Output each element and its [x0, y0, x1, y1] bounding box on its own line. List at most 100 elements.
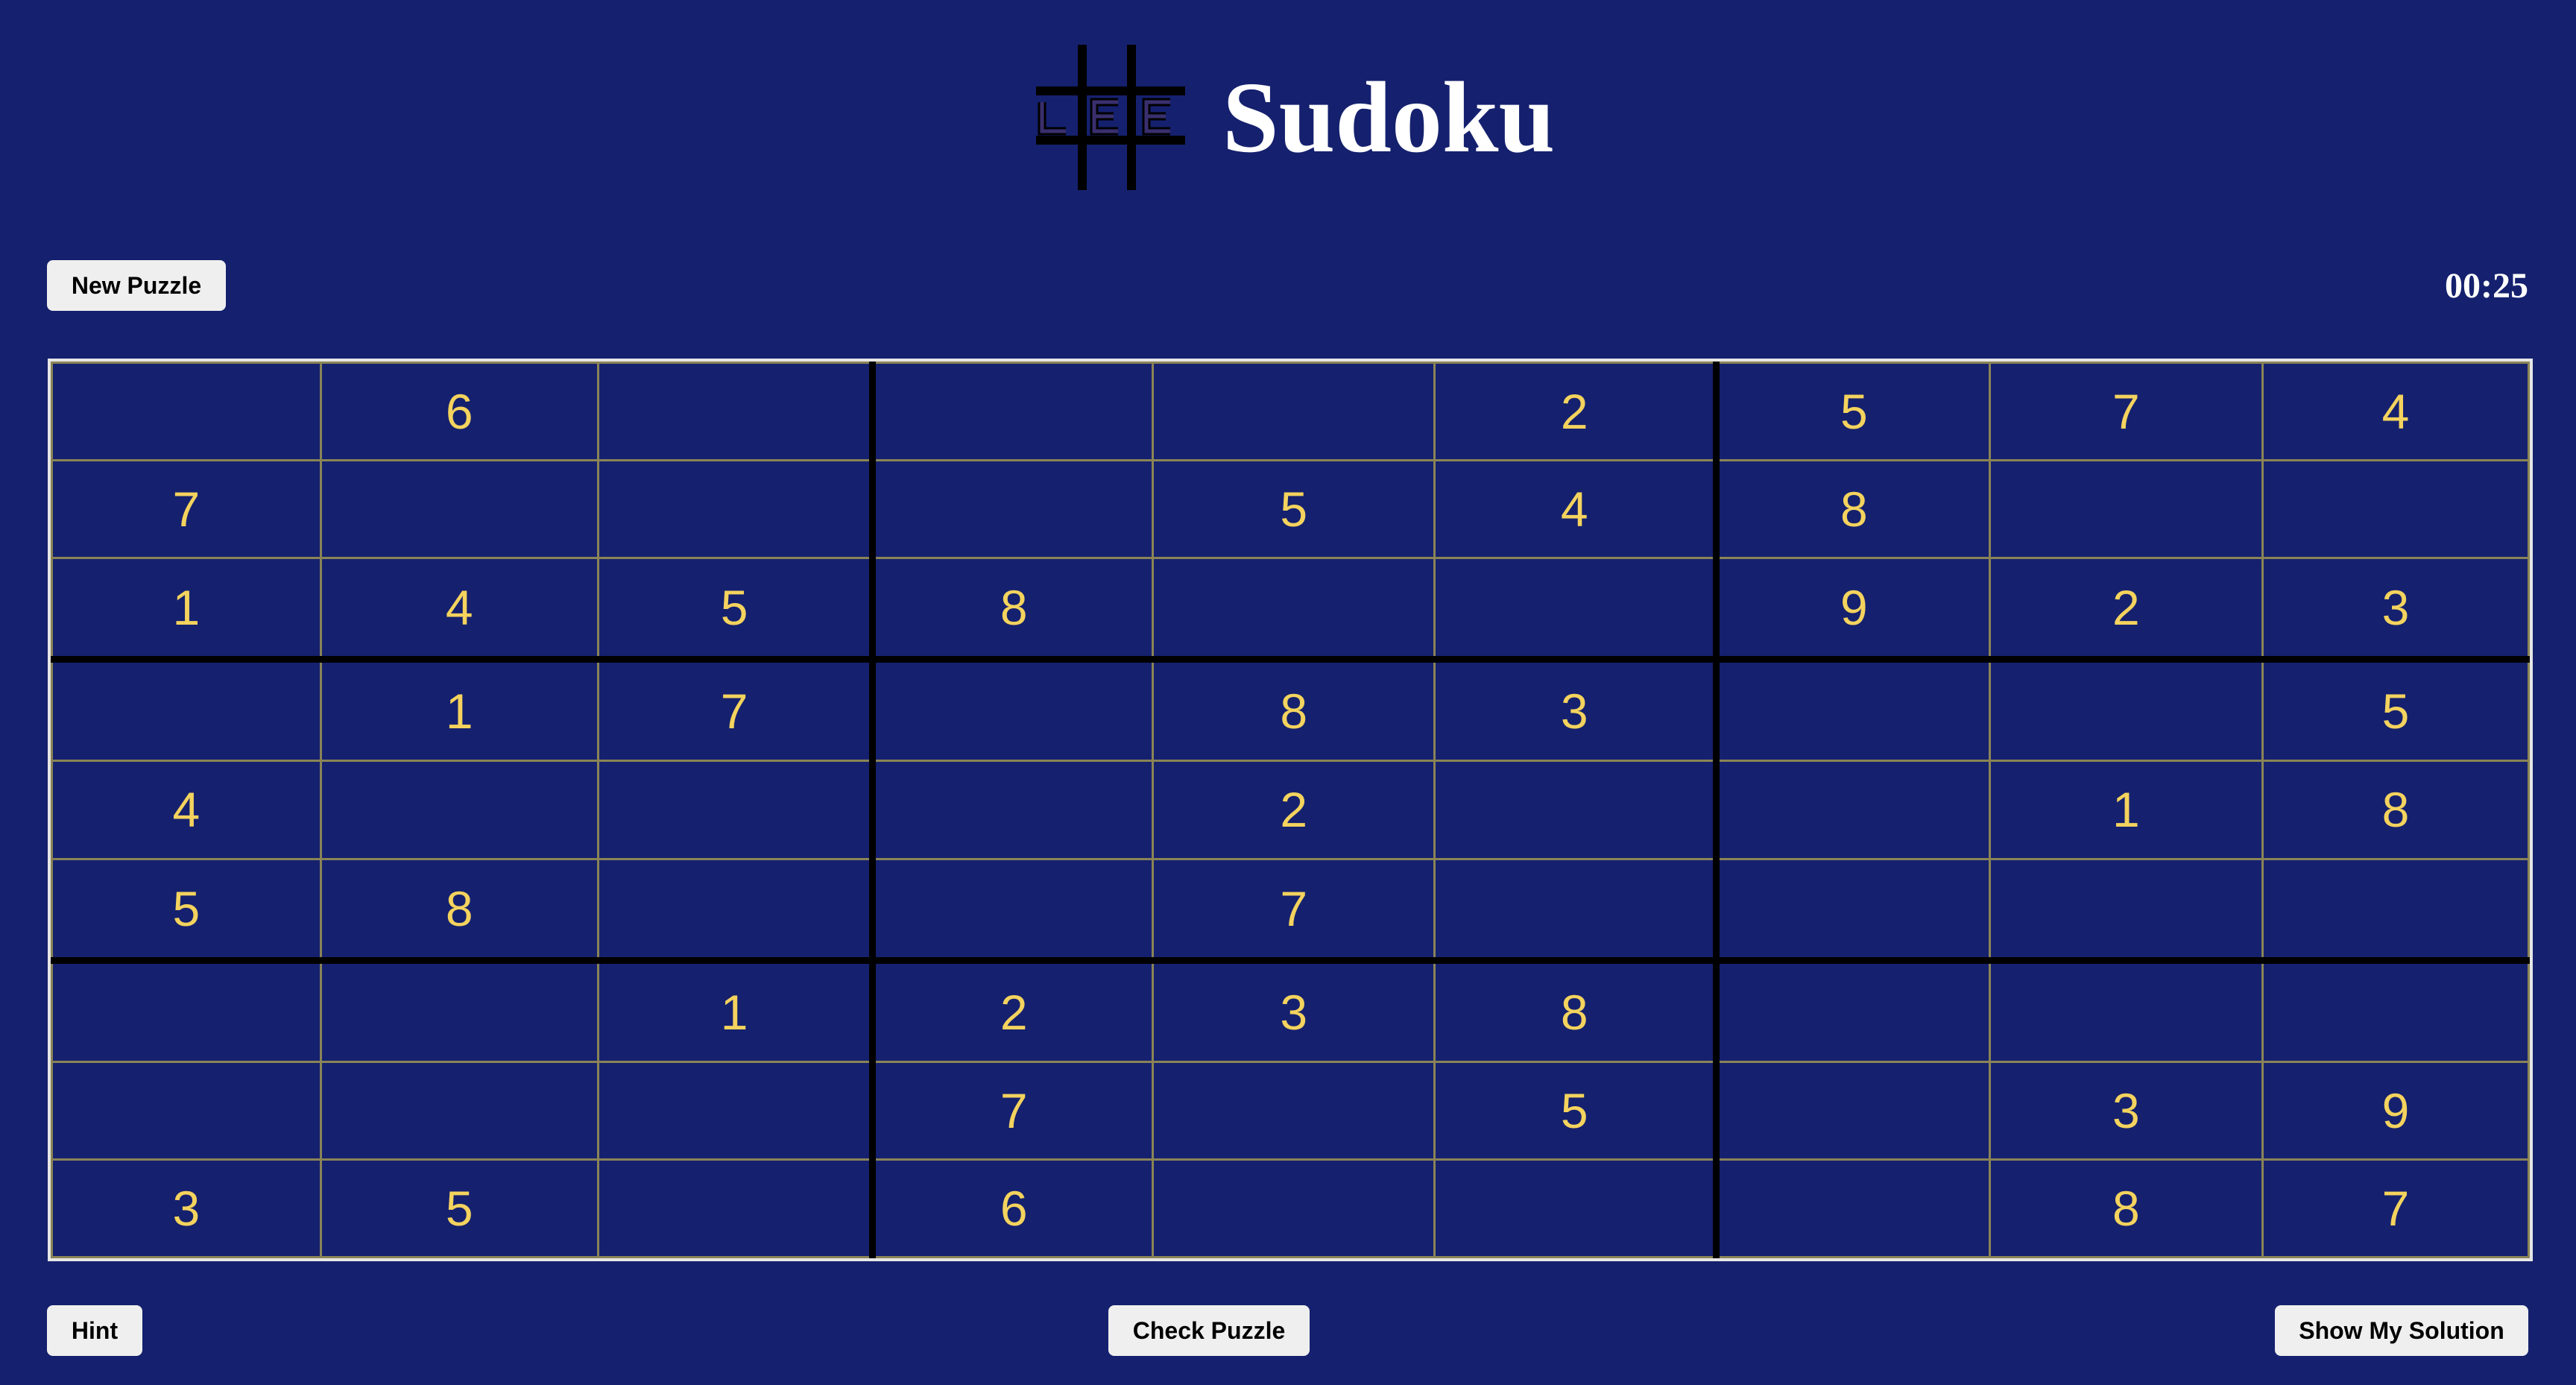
sudoku-cell[interactable]: 5: [319, 1158, 599, 1259]
sudoku-cell[interactable]: [1152, 557, 1436, 663]
grid-row: 7 5 39: [51, 1060, 2530, 1161]
sudoku-cell[interactable]: [319, 1060, 599, 1161]
sudoku-cell[interactable]: 7: [596, 658, 877, 763]
sudoku-cell[interactable]: [596, 857, 877, 964]
sudoku-cell[interactable]: [871, 459, 1155, 560]
sudoku-cell[interactable]: 9: [1715, 557, 1991, 663]
sudoku-cell[interactable]: 2: [1152, 760, 1436, 860]
sudoku-cell[interactable]: 6: [871, 1158, 1155, 1259]
sudoku-board: 6257475481458923178354218587123875393568…: [48, 359, 2533, 1261]
timer: 00:25: [2445, 266, 2528, 306]
grid-row: 7 548: [51, 459, 2530, 560]
sudoku-cell[interactable]: [1433, 857, 1720, 964]
grid-row: 35 6 87: [51, 1158, 2530, 1259]
sudoku-cell[interactable]: [1715, 1158, 1991, 1259]
sudoku-cell[interactable]: 3: [1988, 1060, 2264, 1161]
sudoku-cell[interactable]: 7: [871, 1060, 1155, 1161]
hint-button[interactable]: Hint: [47, 1305, 142, 1356]
sudoku-cell[interactable]: [1715, 658, 1991, 763]
sudoku-cell[interactable]: [2261, 857, 2530, 964]
sudoku-cell[interactable]: 8: [1152, 658, 1436, 763]
sudoku-cell[interactable]: 5: [2261, 658, 2530, 763]
sudoku-cell[interactable]: [1433, 557, 1720, 663]
check-puzzle-button[interactable]: Check Puzzle: [1108, 1305, 1310, 1356]
sudoku-cell[interactable]: 6: [319, 361, 599, 462]
sudoku-cell[interactable]: 7: [1152, 857, 1436, 964]
grid-row: 4 2 18: [51, 760, 2530, 860]
sudoku-cell[interactable]: 1: [319, 658, 599, 763]
sudoku-cell[interactable]: 3: [1433, 658, 1720, 763]
sudoku-cell[interactable]: 7: [51, 459, 322, 560]
sudoku-cell[interactable]: [596, 1158, 877, 1259]
sudoku-cell[interactable]: [1715, 760, 1991, 860]
sudoku-cell[interactable]: [871, 361, 1155, 462]
sudoku-cell[interactable]: [1433, 760, 1720, 860]
sudoku-cell[interactable]: [51, 361, 322, 462]
logo-hash-icon: [1036, 45, 1185, 190]
sudoku-cell[interactable]: 8: [1715, 459, 1991, 560]
sudoku-cell[interactable]: [2261, 459, 2530, 560]
sudoku-cell[interactable]: 8: [1988, 1158, 2264, 1259]
sudoku-cell[interactable]: [596, 760, 877, 860]
header: Sudoku: [0, 41, 2576, 198]
sudoku-cell[interactable]: [1988, 459, 2264, 560]
sudoku-cell[interactable]: 7: [2261, 1158, 2530, 1259]
sudoku-cell[interactable]: [871, 857, 1155, 964]
sudoku-cell[interactable]: [1715, 1060, 1991, 1161]
sudoku-cell[interactable]: 8: [319, 857, 599, 964]
sudoku-cell[interactable]: 9: [2261, 1060, 2530, 1161]
sudoku-cell[interactable]: [51, 1060, 322, 1161]
sudoku-cell[interactable]: 1: [51, 557, 322, 663]
sudoku-cell[interactable]: 8: [871, 557, 1155, 663]
sudoku-cell[interactable]: [2261, 959, 2530, 1063]
sudoku-cell[interactable]: [319, 959, 599, 1063]
grid-row: 6 2574: [51, 361, 2530, 462]
sudoku-cell[interactable]: 1: [596, 959, 877, 1063]
sudoku-cell[interactable]: 8: [1433, 959, 1720, 1063]
sudoku-cell[interactable]: 2: [1433, 361, 1720, 462]
sudoku-cell[interactable]: 5: [1433, 1060, 1720, 1161]
sudoku-cell[interactable]: 4: [51, 760, 322, 860]
sudoku-cell[interactable]: [871, 760, 1155, 860]
sudoku-cell[interactable]: [1988, 857, 2264, 964]
sudoku-cell[interactable]: 2: [1988, 557, 2264, 663]
sudoku-cell[interactable]: 2: [871, 959, 1155, 1063]
sudoku-cell[interactable]: 3: [51, 1158, 322, 1259]
grid-row: 1458 923: [51, 557, 2530, 663]
page-title: Sudoku: [1222, 62, 1556, 174]
sudoku-cell[interactable]: [1152, 1158, 1436, 1259]
sudoku-cell[interactable]: [319, 459, 599, 560]
grid-row: 17 83 5: [51, 658, 2530, 763]
grid-row: 1238: [51, 959, 2530, 1063]
sudoku-cell[interactable]: 4: [1433, 459, 1720, 560]
sudoku-grid: 6257475481458923178354218587123875393568…: [51, 361, 2530, 1259]
sudoku-cell[interactable]: [596, 361, 877, 462]
sudoku-cell[interactable]: [1988, 959, 2264, 1063]
grid-row: 58 7: [51, 857, 2530, 964]
sudoku-cell[interactable]: [596, 459, 877, 560]
new-puzzle-button[interactable]: New Puzzle: [47, 260, 226, 311]
sudoku-cell[interactable]: 3: [2261, 557, 2530, 663]
sudoku-cell[interactable]: 5: [596, 557, 877, 663]
sudoku-cell[interactable]: 1: [1988, 760, 2264, 860]
sudoku-cell[interactable]: 5: [51, 857, 322, 964]
sudoku-cell[interactable]: [1988, 658, 2264, 763]
sudoku-cell[interactable]: [51, 658, 322, 763]
sudoku-cell[interactable]: [1152, 1060, 1436, 1161]
show-solution-button[interactable]: Show My Solution: [2275, 1305, 2528, 1356]
sudoku-cell[interactable]: 5: [1715, 361, 1991, 462]
sudoku-cell[interactable]: 4: [319, 557, 599, 663]
sudoku-cell[interactable]: 7: [1988, 361, 2264, 462]
sudoku-cell[interactable]: [871, 658, 1155, 763]
sudoku-cell[interactable]: [1152, 361, 1436, 462]
sudoku-cell[interactable]: [51, 959, 322, 1063]
sudoku-cell[interactable]: 8: [2261, 760, 2530, 860]
sudoku-cell[interactable]: 5: [1152, 459, 1436, 560]
sudoku-cell[interactable]: [1715, 857, 1991, 964]
sudoku-cell[interactable]: [319, 760, 599, 860]
sudoku-cell[interactable]: [596, 1060, 877, 1161]
sudoku-cell[interactable]: 4: [2261, 361, 2530, 462]
sudoku-cell[interactable]: [1715, 959, 1991, 1063]
sudoku-cell[interactable]: [1433, 1158, 1720, 1259]
sudoku-cell[interactable]: 3: [1152, 959, 1436, 1063]
